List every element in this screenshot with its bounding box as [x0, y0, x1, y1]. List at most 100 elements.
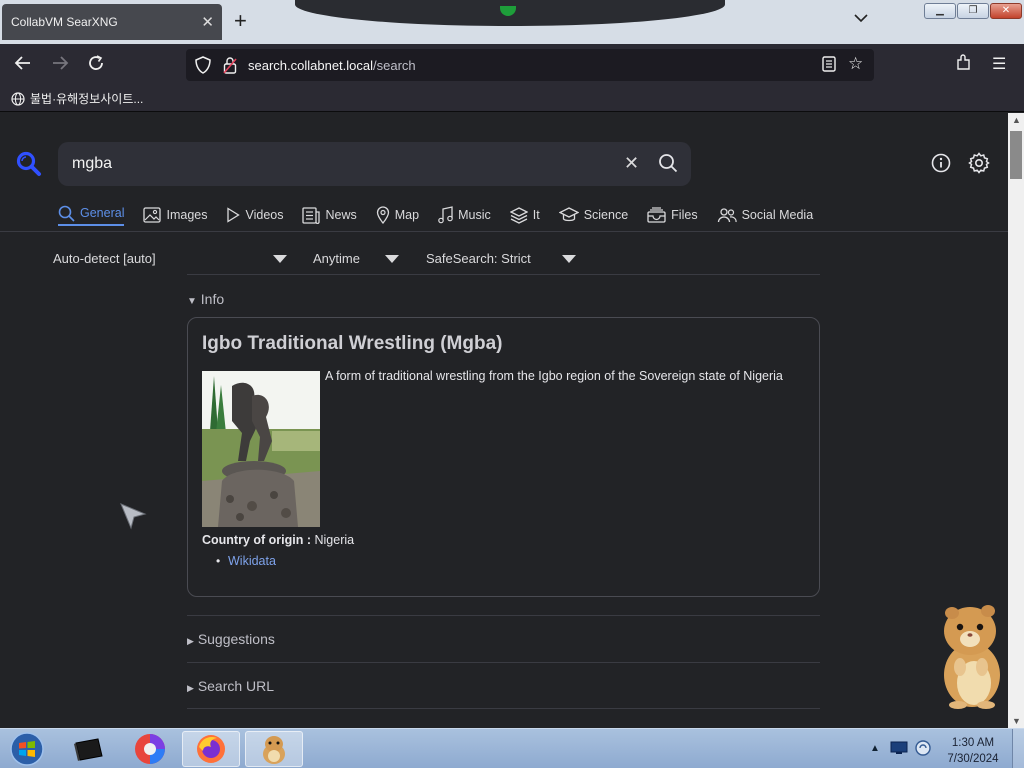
tab-label: Videos: [245, 208, 284, 222]
scrollbar-thumb[interactable]: [1010, 131, 1022, 179]
school-icon: [558, 207, 579, 222]
close-window-button[interactable]: ✕: [990, 3, 1022, 19]
windows-start-icon: [10, 732, 44, 766]
music-icon: [438, 206, 453, 224]
tab-title: CollabVM SearXNG: [11, 15, 118, 29]
infobox-description: A form of traditional wrestling from the…: [325, 369, 783, 383]
address-bar[interactable]: search.collabnet.local/search ☆: [186, 49, 874, 81]
expanded-triangle-icon: ▼: [187, 296, 197, 307]
window-notch: [295, 0, 725, 26]
tab-label: Music: [458, 208, 491, 222]
taskbar-clock[interactable]: 1:30 AM 7/30/2024: [940, 735, 1006, 767]
collapsed-triangle-icon: ▶: [187, 683, 194, 693]
maximize-button[interactable]: ❐: [957, 3, 989, 19]
attribute-value: Nigeria: [314, 533, 355, 547]
hamster-app-icon: [263, 736, 285, 764]
tab-news[interactable]: News: [302, 204, 357, 226]
bookmark-item[interactable]: 불법·유해정보사이트...: [11, 90, 143, 107]
tab-label: Science: [583, 208, 629, 222]
language-dropdown-icon[interactable]: [273, 255, 287, 263]
map-pin-icon: [376, 206, 389, 224]
taskbar-firefox-app[interactable]: [182, 731, 240, 767]
hamster-sticker-image: [938, 603, 1008, 716]
bookmark-label: 불법·유해정보사이트...: [30, 92, 144, 106]
tracking-protection-icon[interactable]: [195, 56, 211, 79]
tab-general[interactable]: General: [58, 204, 125, 226]
suggestions-section-toggle[interactable]: ▶ Suggestions: [187, 631, 275, 647]
tab-label: General: [80, 206, 125, 220]
tab-science[interactable]: Science: [558, 204, 629, 226]
swirl-browser-icon: [135, 734, 165, 764]
clock-time: 1:30 AM: [951, 737, 995, 749]
list-all-tabs-icon[interactable]: [854, 10, 868, 26]
new-tab-icon[interactable]: +: [234, 8, 247, 34]
url-host: search.collabnet.local: [248, 58, 374, 73]
tab-social-media[interactable]: Social Media: [717, 204, 814, 226]
search-icon: [58, 205, 75, 222]
show-desktop-button[interactable]: [1012, 729, 1024, 768]
show-hidden-icons-icon[interactable]: ▲: [870, 743, 880, 754]
extensions-icon[interactable]: [956, 53, 972, 76]
section-divider: [187, 615, 820, 616]
section-divider: [187, 708, 820, 709]
tab-files[interactable]: Files: [647, 204, 698, 226]
forward-icon[interactable]: [51, 54, 69, 77]
scroll-down-icon[interactable]: ▼: [1012, 716, 1021, 726]
searxng-results-page: mgba ✕ General Images Videos News Map Mu…: [0, 113, 1008, 728]
tab-it[interactable]: It: [509, 204, 540, 226]
taskbar-terminal-app[interactable]: [60, 731, 118, 767]
back-icon[interactable]: [14, 54, 32, 77]
globe-icon: [11, 91, 25, 106]
safesearch-dropdown-icon[interactable]: [562, 255, 576, 263]
search-input[interactable]: mgba: [72, 155, 112, 173]
notch-indicator: [500, 6, 516, 16]
clock-date: 7/30/2024: [947, 753, 999, 765]
search-submit-icon[interactable]: [658, 153, 678, 178]
section-divider: [187, 662, 820, 663]
insecure-lock-icon[interactable]: [223, 56, 237, 79]
safesearch-select[interactable]: SafeSearch: Strict: [426, 251, 531, 266]
searxng-logo-icon[interactable]: [16, 151, 42, 182]
list-bullet: •: [216, 554, 221, 568]
infobox-card: Igbo Traditional Wrestling (Mgba) A form…: [187, 317, 820, 597]
collapsed-triangle-icon: ▶: [187, 636, 194, 646]
taskbar-hamster-app[interactable]: [245, 731, 303, 767]
settings-gear-icon[interactable]: [967, 151, 991, 180]
tab-music[interactable]: Music: [438, 204, 491, 226]
tab-label: Map: [394, 208, 420, 222]
info-section-toggle[interactable]: ▼ Info: [187, 291, 224, 307]
newspaper-icon: [302, 206, 321, 224]
volume-tray-icon[interactable]: [914, 739, 932, 762]
attribute-label: Country of origin :: [202, 533, 312, 547]
time-range-dropdown-icon[interactable]: [385, 255, 399, 263]
language-select[interactable]: Auto-detect [auto]: [53, 251, 156, 266]
bookmark-star-icon[interactable]: ☆: [848, 54, 863, 74]
clear-search-icon[interactable]: ✕: [624, 153, 639, 174]
tab-close-icon[interactable]: ✕: [201, 13, 214, 31]
wikidata-link[interactable]: Wikidata: [228, 554, 276, 568]
tab-label: Social Media: [741, 208, 814, 222]
scroll-up-icon[interactable]: ▲: [1012, 115, 1021, 125]
info-icon[interactable]: [930, 152, 952, 179]
search-url-section-toggle[interactable]: ▶ Search URL: [187, 678, 274, 694]
tab-map[interactable]: Map: [376, 204, 419, 226]
tab-collabvm-searxng[interactable]: CollabVM SearXNG ✕: [2, 4, 222, 40]
tab-label: Files: [671, 208, 698, 222]
tab-label: Images: [166, 208, 208, 222]
search-url-label: Search URL: [197, 678, 275, 694]
tab-videos[interactable]: Videos: [226, 204, 283, 226]
start-button[interactable]: [0, 731, 54, 767]
app-menu-icon[interactable]: ☰: [992, 54, 1006, 74]
network-tray-icon[interactable]: [890, 741, 908, 760]
reader-view-icon[interactable]: [822, 56, 836, 77]
time-range-select[interactable]: Anytime: [313, 251, 360, 266]
image-icon: [143, 207, 162, 223]
category-divider: [0, 231, 1008, 232]
infobox-image[interactable]: [202, 371, 320, 527]
taskbar-browser-app[interactable]: [121, 731, 179, 767]
url-text[interactable]: search.collabnet.local/search: [248, 58, 416, 73]
reload-icon[interactable]: [87, 54, 105, 77]
tab-images[interactable]: Images: [143, 204, 207, 226]
page-scrollbar[interactable]: ▲ ▼: [1008, 113, 1024, 728]
minimize-button[interactable]: ▁: [924, 3, 956, 19]
